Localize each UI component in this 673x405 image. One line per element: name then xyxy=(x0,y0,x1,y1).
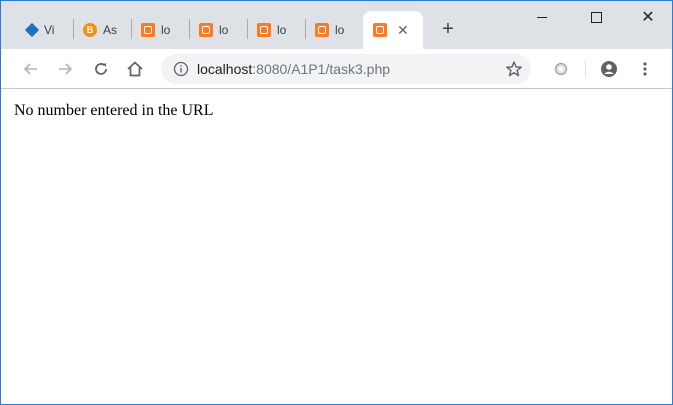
tab-title: Vi xyxy=(44,23,55,37)
toolbar: localhost:8080/A1P1/task3.php xyxy=(1,49,672,89)
toolbar-divider xyxy=(585,61,586,77)
tab-2[interactable]: B As xyxy=(73,11,131,49)
tab-title: lo xyxy=(335,23,345,37)
xampp-icon xyxy=(373,23,387,37)
extension-circle-icon xyxy=(554,62,568,76)
page-message: No number entered in the URL xyxy=(14,102,214,119)
maximize-button[interactable] xyxy=(573,1,619,33)
info-icon[interactable] xyxy=(173,61,189,77)
tab-title: lo xyxy=(277,23,287,37)
account-icon xyxy=(601,61,617,77)
tab-6[interactable]: lo xyxy=(305,11,363,49)
diamond-icon xyxy=(24,22,40,38)
bitcoin-icon: B xyxy=(83,23,97,37)
reload-icon xyxy=(95,63,107,75)
url-path: :8080/A1P1/task3.php xyxy=(252,61,391,77)
url-host: localhost xyxy=(197,61,253,77)
reload-button[interactable] xyxy=(89,57,113,81)
tab-5[interactable]: lo xyxy=(247,11,305,49)
tab-1[interactable]: Vi xyxy=(15,11,73,49)
new-tab-button[interactable]: + xyxy=(437,19,459,41)
url-text[interactable]: localhost:8080/A1P1/task3.php xyxy=(197,61,390,77)
tab-4[interactable]: lo xyxy=(189,11,247,49)
arrow-left-icon xyxy=(23,63,37,75)
browser-window: Vi B As lo lo lo lo ✕ + ✕ localhost:8080… xyxy=(0,0,673,405)
tab-title: lo xyxy=(219,23,229,37)
tab-title: As xyxy=(103,23,118,37)
tab-title: lo xyxy=(161,23,171,37)
home-button[interactable] xyxy=(123,57,147,81)
more-vert-icon xyxy=(643,62,647,76)
forward-button[interactable] xyxy=(53,57,77,81)
address-bar[interactable]: localhost:8080/A1P1/task3.php xyxy=(161,54,531,84)
tab-3[interactable]: lo xyxy=(131,11,189,49)
xampp-icon xyxy=(141,23,155,37)
xampp-icon xyxy=(199,23,213,37)
back-button[interactable] xyxy=(19,57,43,81)
arrow-right-icon xyxy=(59,63,73,75)
home-icon xyxy=(127,61,143,77)
close-window-button[interactable]: ✕ xyxy=(625,1,671,33)
page-content: No number entered in the URL xyxy=(1,90,672,404)
close-tab-icon[interactable]: ✕ xyxy=(397,23,409,37)
extension-button[interactable] xyxy=(549,57,573,81)
tab-active[interactable]: ✕ xyxy=(363,11,423,49)
profile-button[interactable] xyxy=(597,57,621,81)
menu-button[interactable] xyxy=(633,57,657,81)
minimize-button[interactable] xyxy=(519,1,565,33)
xampp-icon xyxy=(315,23,329,37)
tab-strip: Vi B As lo lo lo lo ✕ + ✕ xyxy=(1,1,672,49)
star-icon[interactable] xyxy=(505,60,523,78)
xampp-icon xyxy=(257,23,271,37)
